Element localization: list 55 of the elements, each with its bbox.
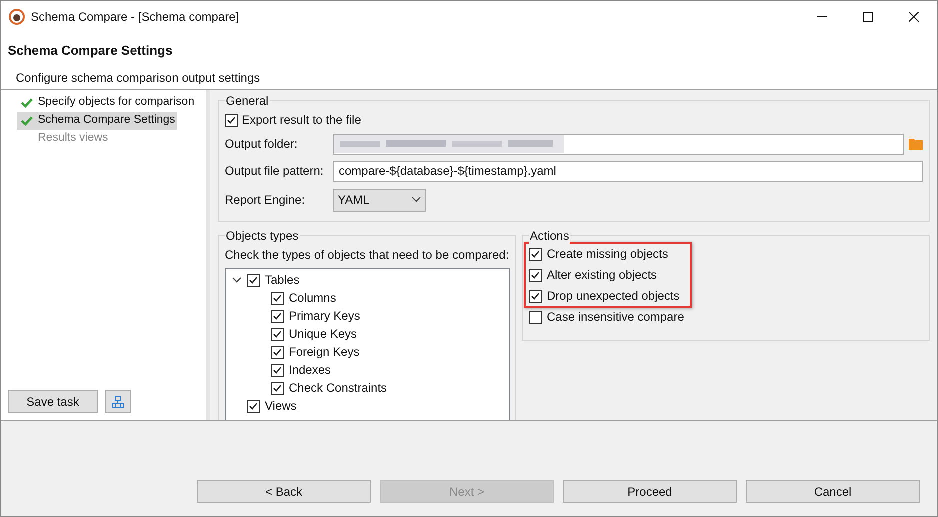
checkbox-label: Export result to the file (242, 112, 362, 129)
field-label: Output folder: (225, 136, 299, 153)
maximize-icon (863, 12, 873, 22)
field-label: Report Engine: (225, 192, 306, 209)
checkbox[interactable] (529, 310, 542, 324)
step-item[interactable]: Results views (17, 130, 110, 148)
checkbox[interactable] (225, 114, 238, 126)
checkbox[interactable] (271, 292, 284, 304)
step-item[interactable]: Schema Compare Settings (17, 112, 178, 130)
tree-item-label: Foreign Keys (289, 344, 360, 361)
step-label: Specify objects for comparison (38, 95, 195, 110)
field-label: Output file pattern: (225, 163, 325, 180)
checkbox[interactable] (271, 310, 284, 322)
checkbox-label: Case insensitive compare (547, 309, 684, 326)
check-icon (21, 98, 33, 108)
checkbox[interactable] (271, 364, 284, 376)
app-logo-icon (9, 8, 25, 24)
file-pattern-field[interactable]: compare-${database}-${timestamp}.yaml (333, 160, 923, 182)
wizard-button[interactable]: Cancel (746, 480, 920, 503)
hint-text: Check the types of objects that need to be compared: (225, 247, 509, 264)
close-icon (909, 12, 919, 22)
checkbox[interactable] (271, 346, 284, 358)
chevron-icon[interactable] (232, 275, 242, 285)
check-icon (21, 116, 33, 126)
tree-item-label: Check Constraints (289, 380, 388, 397)
wizard-button[interactable]: < Back (197, 480, 371, 503)
tree-item-label: Unique Keys (289, 326, 358, 343)
step-label: Schema Compare Settings (38, 113, 176, 128)
tree-item-label: Columns (289, 290, 336, 307)
task-icon-button[interactable] (105, 390, 131, 413)
report-engine-dropdown[interactable]: YAML (333, 188, 426, 212)
checkbox[interactable] (529, 268, 542, 282)
wizard-button[interactable]: Proceed (563, 480, 737, 503)
page-subtitle: Configure schema comparison output settings (16, 70, 262, 86)
tree-item-label: Primary Keys (289, 308, 360, 325)
checkbox-label: Alter existing objects (547, 267, 658, 284)
tree-item-label: Tables (265, 272, 300, 289)
checkbox-label: Drop unexpected objects (547, 288, 680, 305)
step-item[interactable]: Specify objects for comparison (17, 94, 197, 112)
checkbox-label: Create missing objects (547, 246, 668, 263)
hierarchy-icon (111, 394, 125, 408)
step-label: Results views (38, 131, 108, 146)
checkbox[interactable] (529, 248, 542, 260)
checkbox[interactable] (271, 382, 284, 394)
checkbox[interactable] (247, 400, 260, 412)
chevron-down-icon (412, 197, 421, 203)
checkbox[interactable] (529, 290, 542, 302)
output-folder-field[interactable] (333, 134, 904, 154)
save-task-button[interactable]: Save task (8, 390, 98, 413)
tree-item-label: Views (265, 398, 297, 415)
page-title: Schema Compare Settings (8, 42, 174, 60)
window-title: Schema Compare - [Schema compare] (31, 8, 240, 26)
tree-item-label: Indexes (289, 362, 332, 379)
checkbox[interactable] (271, 328, 284, 340)
checkbox[interactable] (247, 274, 260, 286)
